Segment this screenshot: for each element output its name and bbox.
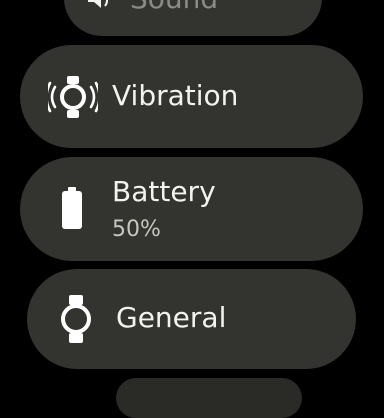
settings-item-label: Vibration [112, 79, 239, 112]
settings-item-sound[interactable]: Sound [64, 0, 322, 36]
vibration-watch-icon [48, 76, 98, 118]
settings-item-vibration[interactable]: Vibration [20, 45, 363, 148]
battery-icon [62, 187, 82, 229]
speaker-icon [88, 0, 108, 8]
settings-item-label: Sound [130, 0, 218, 16]
settings-item-label: General [116, 301, 227, 334]
watch-icon [61, 295, 91, 343]
battery-level-text: 50% [112, 217, 161, 242]
settings-item-next[interactable] [116, 378, 302, 418]
settings-item-battery[interactable]: Battery 50% [20, 157, 363, 261]
settings-item-label: Battery [112, 175, 216, 208]
settings-item-general[interactable]: General [27, 269, 356, 369]
